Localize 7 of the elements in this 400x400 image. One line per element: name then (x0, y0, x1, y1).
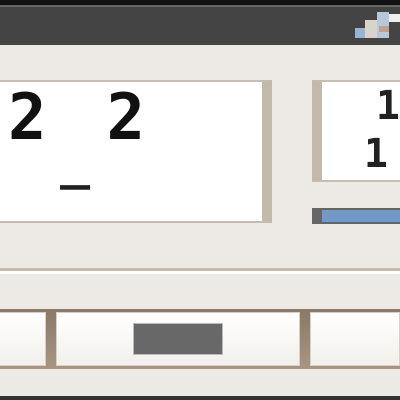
digit: 2 (8, 88, 47, 148)
digit: 1 (364, 130, 388, 178)
rectangle-icon (133, 323, 223, 355)
button[interactable] (56, 312, 300, 366)
digit: 2 (106, 88, 146, 148)
digit: 1 (376, 82, 400, 130)
app-icon (355, 12, 400, 38)
